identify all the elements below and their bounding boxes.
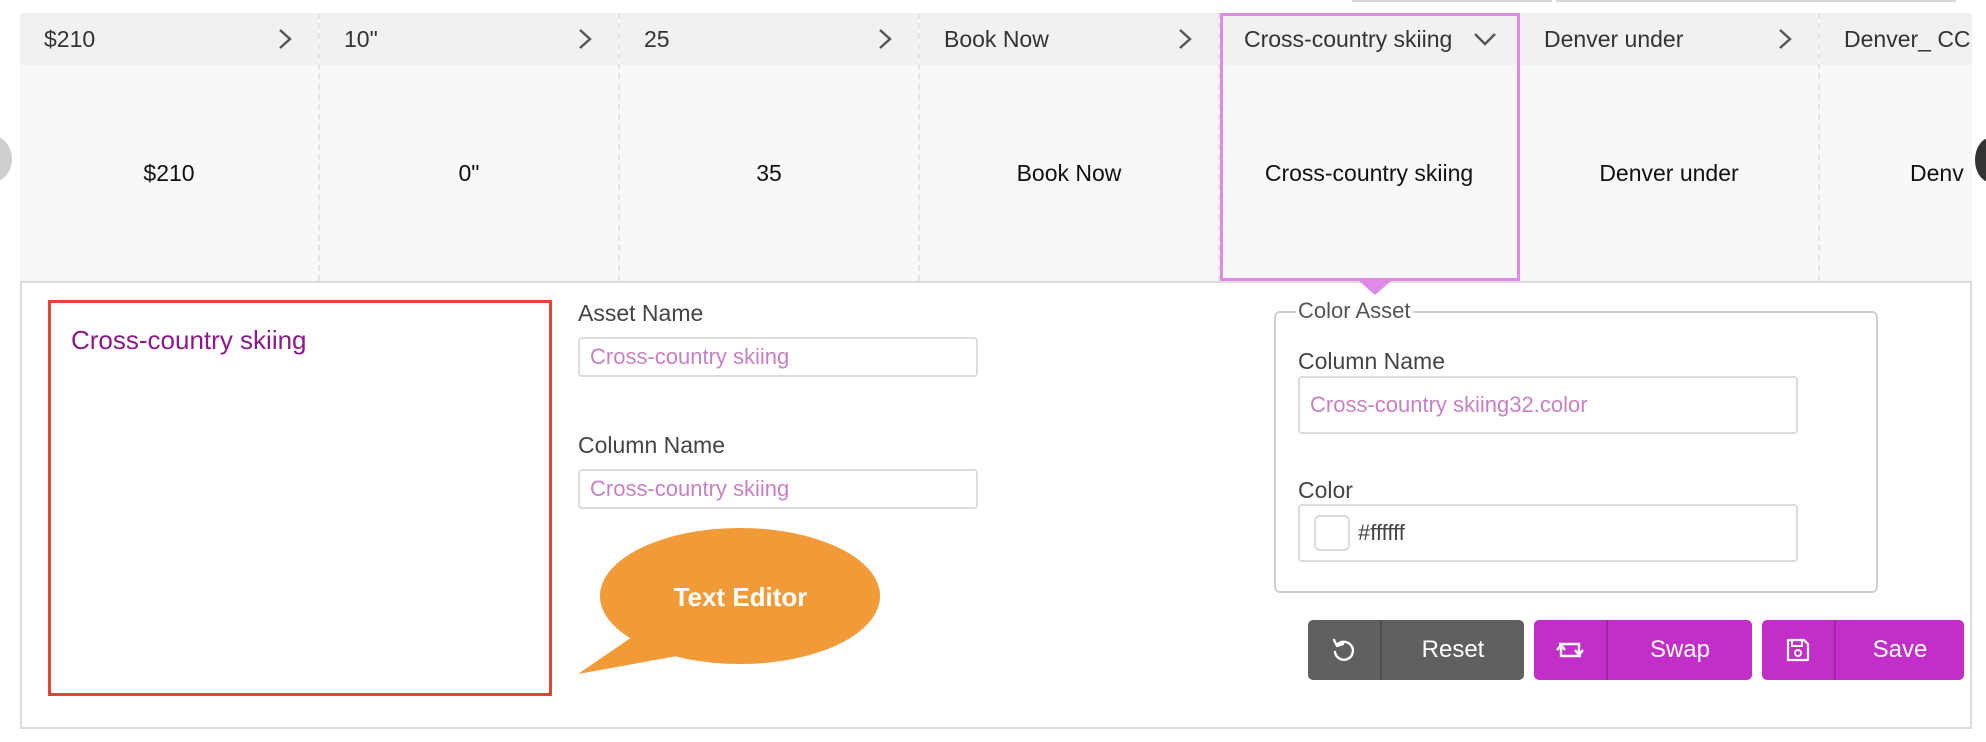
column-6[interactable]: Denver_ CC Denv (1820, 13, 1972, 281)
column-header[interactable]: 25 (620, 13, 918, 65)
scroll-right-button[interactable] (1975, 138, 1986, 182)
top-control-fragment (1556, 0, 1956, 2)
column-header[interactable]: Denver under (1520, 13, 1818, 65)
column-value: Book Now (1016, 159, 1122, 186)
save-button[interactable]: Save (1762, 620, 1964, 680)
column-value: 0" (458, 159, 480, 186)
column-value-text: Denv (1910, 159, 1964, 186)
column-value: Denv (1820, 65, 1972, 281)
column-name-input[interactable] (578, 469, 978, 509)
column-header[interactable]: Book Now (920, 13, 1218, 65)
column-header-label: 25 (644, 25, 670, 52)
undo-icon (1308, 620, 1382, 680)
color-column-name-input[interactable] (1298, 376, 1798, 434)
column-value: Denver under (1599, 159, 1739, 186)
column-value: 35 (756, 159, 782, 186)
reset-button[interactable]: Reset (1308, 620, 1524, 680)
color-asset-legend: Color Asset (1296, 298, 1413, 324)
save-button-label: Save (1872, 636, 1928, 663)
chevron-down-icon[interactable] (1472, 26, 1498, 52)
column-header-label: Denver under (1544, 25, 1684, 52)
column-3[interactable]: Book Now Book Now (920, 13, 1220, 281)
preview-text: Cross-country skiing (71, 325, 307, 355)
selection-pointer (1359, 281, 1391, 295)
reset-button-label: Reset (1421, 636, 1485, 663)
text-preview-box[interactable]: Cross-country skiing (48, 300, 552, 696)
column-5[interactable]: Denver under Denver under (1520, 13, 1820, 281)
column-4-selected[interactable]: Cross-country skiing Cross-country skiin… (1220, 13, 1520, 281)
scroll-left-button[interactable] (0, 136, 12, 182)
swap-icon (1534, 620, 1608, 680)
top-control-fragment (1352, 0, 1552, 2)
color-value: #ffffff (1358, 520, 1405, 545)
column-header[interactable]: Cross-country skiing (1220, 13, 1518, 65)
chevron-right-icon[interactable] (1172, 26, 1198, 52)
column-1[interactable]: 10" 0" (320, 13, 620, 281)
color-column-name-label: Column Name (1298, 348, 1445, 374)
color-swatch[interactable] (1314, 515, 1350, 551)
column-header-label: $210 (44, 25, 96, 52)
swap-button-label: Swap (1649, 636, 1711, 663)
asset-name-input[interactable] (578, 337, 978, 377)
column-2[interactable]: 25 35 (620, 13, 920, 281)
column-value: $210 (143, 159, 195, 186)
column-header-label: Denver_ CC (1844, 25, 1971, 52)
chevron-right-icon[interactable] (272, 26, 298, 52)
chevron-right-icon[interactable] (572, 26, 598, 52)
column-header-label: 10" (344, 25, 378, 52)
column-header[interactable]: $210 (20, 13, 318, 65)
chevron-right-icon[interactable] (872, 26, 898, 52)
column-header[interactable]: 10" (320, 13, 618, 65)
text-editor-bubble: Text Editor (578, 526, 883, 676)
asset-name-label: Asset Name (578, 300, 704, 326)
column-grid: $210 $210 10" 0" 25 35 Book Now Book Now… (20, 13, 1972, 281)
chevron-right-icon[interactable] (1772, 26, 1798, 52)
bubble-label: Text Editor (673, 582, 808, 612)
swap-button[interactable]: Swap (1534, 620, 1752, 680)
column-header-label: Book Now (944, 25, 1049, 52)
color-input[interactable]: #ffffff (1298, 504, 1798, 562)
column-header-label: Cross-country skiing (1244, 25, 1453, 52)
color-label: Color (1298, 477, 1353, 503)
floppy-disk-icon (1762, 620, 1836, 680)
column-header[interactable]: Denver_ CC (1820, 13, 1972, 65)
column-name-label: Column Name (578, 432, 725, 458)
column-0[interactable]: $210 $210 (20, 13, 320, 281)
column-value: Cross-country skiing (1264, 159, 1474, 186)
